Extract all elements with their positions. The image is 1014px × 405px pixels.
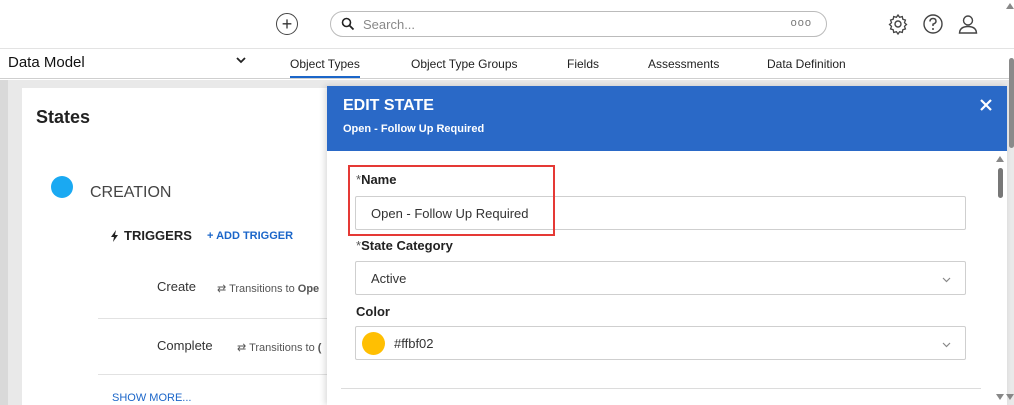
tab-data-definition[interactable]: Data Definition xyxy=(767,57,846,71)
color-select[interactable]: #ffbf02 xyxy=(355,326,966,360)
search-options-icon[interactable]: ooo xyxy=(791,17,812,29)
page-scrollbar-thumb[interactable] xyxy=(1009,58,1014,148)
top-bar: + Search... ooo xyxy=(0,0,1014,48)
color-label: Color xyxy=(356,304,390,319)
triggers-label: TRIGGERS xyxy=(124,228,192,243)
name-highlight-box xyxy=(348,165,555,236)
panel-subtitle: Open - Follow Up Required xyxy=(343,123,485,135)
nav-row: Data Model Object Types Object Type Grou… xyxy=(0,49,1014,79)
panel-title: EDIT STATE xyxy=(343,97,434,114)
state-name: CREATION xyxy=(90,184,172,201)
row-divider xyxy=(98,374,342,375)
chevron-down-icon xyxy=(942,342,951,348)
state-category-label: *State Category xyxy=(356,238,453,253)
show-more-link[interactable]: SHOW MORE... xyxy=(112,392,191,404)
tab-object-types[interactable]: Object Types xyxy=(290,57,360,78)
trigger-name[interactable]: Create xyxy=(157,279,196,294)
tab-object-type-groups[interactable]: Object Type Groups xyxy=(411,57,518,71)
plus-circle-icon[interactable]: + xyxy=(276,13,298,35)
search-input[interactable]: Search... ooo xyxy=(330,11,827,37)
row-divider xyxy=(98,318,342,319)
chevron-down-icon[interactable] xyxy=(236,55,246,65)
help-icon[interactable] xyxy=(922,13,944,35)
panel-divider xyxy=(341,388,981,389)
states-title: States xyxy=(36,107,91,127)
scroll-down-icon[interactable] xyxy=(996,394,1004,400)
panel-header xyxy=(327,86,1007,151)
state-category-value: Active xyxy=(371,271,407,286)
states-card xyxy=(22,88,342,405)
data-model-select[interactable]: Data Model xyxy=(8,54,246,76)
page-scroll-up-icon[interactable] xyxy=(1006,3,1014,9)
gear-icon[interactable] xyxy=(887,13,909,35)
trigger-transition: ⇄ Transitions to ( xyxy=(237,342,322,354)
close-icon[interactable] xyxy=(976,95,996,115)
tab-fields[interactable]: Fields xyxy=(567,57,599,71)
left-edge xyxy=(0,80,8,405)
user-icon[interactable] xyxy=(957,13,979,35)
state-color-dot xyxy=(51,176,73,198)
color-swatch xyxy=(362,332,385,355)
trigger-name[interactable]: Complete xyxy=(157,338,213,353)
panel-scrollbar-thumb[interactable] xyxy=(998,168,1003,198)
bolt-icon xyxy=(111,230,118,242)
state-category-select[interactable]: Active xyxy=(355,261,966,295)
color-value: #ffbf02 xyxy=(394,336,434,351)
chevron-down-icon xyxy=(942,277,951,283)
search-icon xyxy=(341,17,355,31)
add-trigger-button[interactable]: + ADD TRIGGER xyxy=(207,230,293,242)
tab-assessments[interactable]: Assessments xyxy=(648,57,719,71)
page-scroll-down-icon[interactable] xyxy=(1006,394,1014,400)
search-placeholder: Search... xyxy=(363,17,416,32)
trigger-transition: ⇄ Transitions to Ope xyxy=(217,283,320,295)
scroll-up-icon[interactable] xyxy=(996,156,1004,162)
